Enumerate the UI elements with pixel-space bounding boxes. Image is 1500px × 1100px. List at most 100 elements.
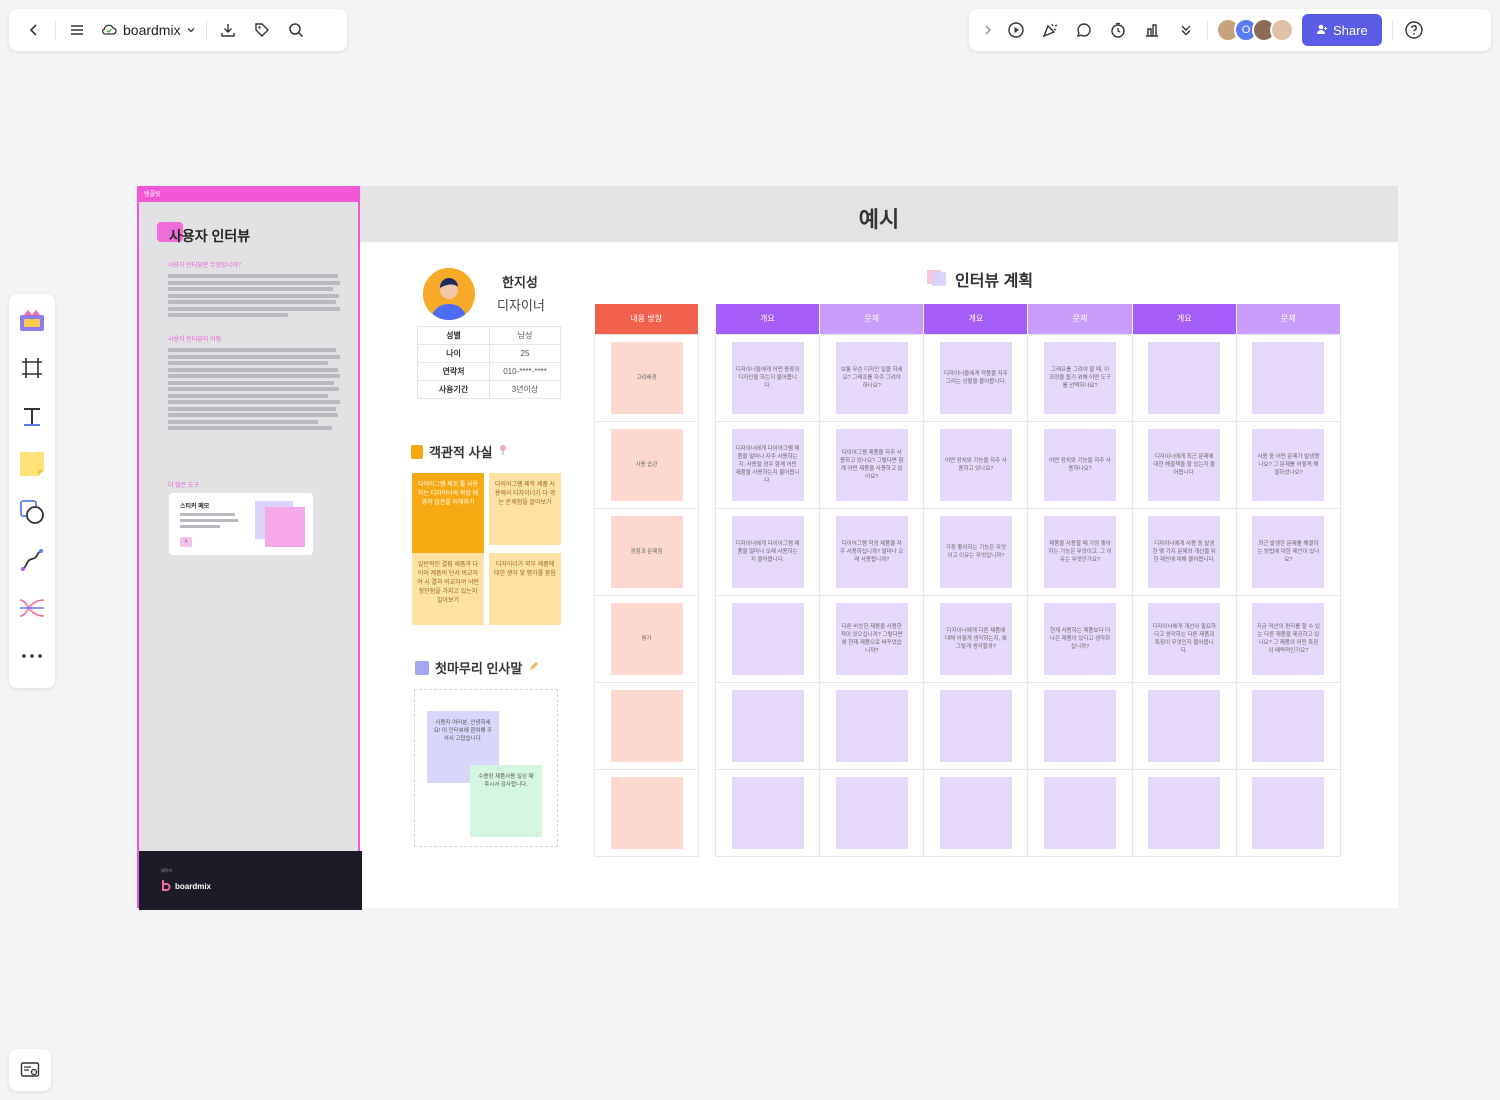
play-icon[interactable] bbox=[999, 13, 1033, 47]
table-cell bbox=[1235, 768, 1342, 857]
download-icon[interactable] bbox=[211, 13, 245, 47]
sticky-note[interactable]: 고려배경 bbox=[610, 341, 683, 414]
sticky-note[interactable]: 디자이너에게 사용 중 발생한 몇 가지 문제와 개선을 위한 제안에 대해 물… bbox=[1148, 515, 1221, 588]
share-button[interactable]: Share bbox=[1302, 14, 1382, 46]
sticky-note[interactable]: 다이어그램 제품을 자주 사용하고 있나요? 그렇다면 함께 어떤 제품을 사용… bbox=[835, 428, 908, 501]
sticky-note[interactable]: 최근 발생한 문제를 해결하는 방법에 대한 제안이 있나요? bbox=[1252, 515, 1325, 588]
sticky-note[interactable]: 디자이너들에게 어떤 종류의 디자인을 하는지 물어봅니다. bbox=[731, 341, 804, 414]
sticky-note[interactable]: 다이어그램 작성 제품을 자주 사용하십니까? 얼마나 오래 사용합니까? bbox=[835, 515, 908, 588]
closing-dropzone[interactable]: 사용자 여러분, 안녕하세요! 이 인터뷰에 참여해 주셔서 고맙습니다. 수용… bbox=[414, 689, 558, 847]
search-icon[interactable] bbox=[279, 13, 313, 47]
divider bbox=[1207, 20, 1208, 40]
collaborator-avatars[interactable]: O bbox=[1216, 18, 1294, 42]
panel-title: 사용자 인터뷰 bbox=[169, 228, 251, 244]
table-row: 성별 남성 bbox=[417, 326, 561, 345]
sticky-note[interactable] bbox=[731, 602, 804, 675]
closing-sticky-note[interactable]: 수용장 제품사용 실상 때 후시서 감사합니다. bbox=[470, 765, 542, 837]
sticky-note-icon[interactable] bbox=[13, 444, 51, 484]
persona-avatar[interactable] bbox=[423, 268, 475, 320]
shape-icon[interactable] bbox=[13, 492, 51, 532]
sticky-note[interactable] bbox=[610, 776, 683, 849]
sticky-note[interactable] bbox=[1148, 689, 1221, 762]
table-cell: 현재 사용하는 제품보다 더 나은 제품이 있다고 생각하십니까? bbox=[1027, 594, 1133, 683]
menu-icon[interactable] bbox=[60, 13, 94, 47]
sticky-note[interactable]: 디자이너에게 개선이 필요하다고 생각하는 다른 제품과 특징이 무엇인지 물어… bbox=[1148, 602, 1221, 675]
help-icon[interactable] bbox=[1397, 13, 1431, 47]
table-cell: 다이어그램 작성 제품을 자주 사용하십니까? 얼마나 오래 사용합니까? bbox=[819, 507, 925, 596]
fact-sticky-note[interactable]: 일반적인 결핍 제품과 다이어 제품의 단서 비교하여 시 결과 비교하여 어떤… bbox=[412, 553, 484, 625]
sticky-note[interactable]: 다른 비슷한 제품을 사용한 적이 있으십니까? 그렇다면 왜 현재 제품으로 … bbox=[835, 602, 908, 675]
sticky-note[interactable] bbox=[1044, 776, 1117, 849]
info-value: 010-****-**** bbox=[489, 362, 561, 381]
templates-icon[interactable] bbox=[13, 300, 51, 340]
sticky-note[interactable]: 어떤 장치와 기능을 자주 사용하고 있나요? bbox=[939, 428, 1012, 501]
table-row bbox=[594, 768, 699, 857]
sticky-note[interactable]: 그래프를 그려야 할 때, 이 과정을 돕기 위해 어떤 도구를 선택하나요? bbox=[1044, 341, 1117, 414]
table-row: 디자이너에게 다이어그램 제품을 얼마나 자주 사용하는지, 사용할 경우 함께… bbox=[714, 420, 1342, 509]
pen-icon[interactable] bbox=[13, 540, 51, 580]
sticky-note[interactable] bbox=[610, 689, 683, 762]
sticky-note[interactable] bbox=[731, 689, 804, 762]
file-name-dropdown[interactable]: boardmix bbox=[94, 22, 202, 39]
chevron-right-icon[interactable] bbox=[977, 13, 999, 47]
panel-paragraph bbox=[168, 348, 343, 433]
sticky-note[interactable]: 디자이너에게 최근 문제에 대한 해결책을 할 있는지 물어봅니다. bbox=[1148, 428, 1221, 501]
celebrate-icon[interactable] bbox=[1033, 13, 1067, 47]
vote-icon[interactable] bbox=[1135, 13, 1169, 47]
table-row: 경험과 문제점 bbox=[594, 507, 699, 596]
table-cell bbox=[1235, 333, 1342, 422]
sticky-note[interactable]: 사용 중 어떤 문제가 발생했나요? 그 문제를 어떻게 해결하셨나요? bbox=[1252, 428, 1325, 501]
comment-icon[interactable] bbox=[1067, 13, 1101, 47]
frame-icon[interactable] bbox=[13, 348, 51, 388]
sticky-note[interactable] bbox=[1252, 341, 1325, 414]
sticky-note[interactable] bbox=[1148, 776, 1221, 849]
sticky-note[interactable]: 디자이너에게 다이어그램 제품을 얼마나 오래 사용하는지 물어봅니다. bbox=[731, 515, 804, 588]
sticky-note[interactable]: 가장 좋아하는 기능은 무엇이고 이유는 무엇입니까? bbox=[939, 515, 1012, 588]
sticky-note-tool-card[interactable]: 스티커 메모 # bbox=[169, 493, 313, 555]
text-icon[interactable] bbox=[13, 396, 51, 436]
sticky-note[interactable]: 지금 적산의 편리를 할 수 있는 다른 제품을 제공하고 있나요? 그 제품의… bbox=[1252, 602, 1325, 675]
sticky-note[interactable] bbox=[731, 776, 804, 849]
sticky-note[interactable] bbox=[1252, 689, 1325, 762]
table-cell: 고려배경 bbox=[594, 333, 699, 422]
table-cell: 디자이너에게 사용 중 발생한 몇 가지 문제와 개선을 위한 제안에 대해 물… bbox=[1131, 507, 1237, 596]
sticky-note[interactable]: 현재 사용하는 제품보다 더 나은 제품이 있다고 생각하십니까? bbox=[1044, 602, 1117, 675]
fact-sticky-note[interactable]: 다이어그램 제작 제품 사용에서 디자이너가 다 겪는 문제점을 알아보기 bbox=[489, 473, 561, 545]
sticky-note[interactable]: 평가 bbox=[610, 602, 683, 675]
sticky-note[interactable]: 보통 무슨 디자인 일을 하세요? 그래프를 자주 그려야 하나요? bbox=[835, 341, 908, 414]
sticky-note[interactable]: 디자이너에게 다른 제품에 대해 어떻게 생각하는지, 왜 그렇게 생각할까? bbox=[939, 602, 1012, 675]
table-cell: 가장 좋아하는 기능은 무엇이고 이유는 무엇입니까? bbox=[923, 507, 1029, 596]
sticky-note[interactable]: 사용 습관 bbox=[610, 428, 683, 501]
tag-icon[interactable] bbox=[245, 13, 279, 47]
sticky-note[interactable] bbox=[1044, 689, 1117, 762]
fact-sticky-note[interactable]: 다이어그램 제조 툴 사용하는 디자이너의 작업 배경과 습관을 이해하기 bbox=[412, 473, 484, 553]
panel-footer: 제작처 boardmix bbox=[139, 851, 362, 910]
sticky-note[interactable]: 제품을 사용할 때 가장 좋아하는 기능은 무엇이고, 그 이유는 무엇인가요? bbox=[1044, 515, 1117, 588]
sticky-note[interactable] bbox=[1148, 341, 1221, 414]
connector-icon[interactable] bbox=[13, 588, 51, 628]
sticky-note[interactable]: 디자이너에게 다이어그램 제품을 얼마나 자주 사용하는지, 사용할 경우 함께… bbox=[731, 428, 804, 501]
sticky-note[interactable] bbox=[1252, 776, 1325, 849]
sticky-card-tag: # bbox=[180, 537, 192, 547]
sticky-note[interactable]: 디자이너들에게 작품을 자주 그리는 상황을 물어봅니다. bbox=[939, 341, 1012, 414]
minimap-icon[interactable] bbox=[9, 1049, 51, 1091]
page-title: 예시 bbox=[858, 207, 900, 232]
facts-marker-icon bbox=[411, 444, 423, 459]
avatar[interactable] bbox=[1270, 18, 1294, 42]
table-row: 사용 습관 bbox=[594, 420, 699, 509]
table-row bbox=[594, 681, 699, 770]
template-info-panel[interactable]: 템플릿 사용자 인터뷰 사용자 인터뷰란 무엇입니까? 사용자 인터뷰의 이점 … bbox=[137, 186, 362, 910]
sticky-note[interactable] bbox=[939, 689, 1012, 762]
more-tools-icon[interactable] bbox=[13, 636, 51, 676]
board-canvas[interactable]: 템플릿 사용자 인터뷰 사용자 인터뷰란 무엇입니까? 사용자 인터뷰의 이점 … bbox=[137, 186, 1398, 910]
table-row bbox=[714, 768, 1342, 857]
sticky-note[interactable]: 경험과 문제점 bbox=[610, 515, 683, 588]
timer-icon[interactable] bbox=[1101, 13, 1135, 47]
sticky-note[interactable] bbox=[835, 689, 908, 762]
sticky-note[interactable]: 어떤 장치와 기능을 자주 사용하나요? bbox=[1044, 428, 1117, 501]
sticky-note[interactable] bbox=[939, 776, 1012, 849]
back-icon[interactable] bbox=[17, 13, 51, 47]
fact-sticky-note[interactable]: 디자이너가 외부 제품에 대한 생각 및 평가를 묻음 bbox=[489, 553, 561, 625]
more-down-icon[interactable] bbox=[1169, 13, 1203, 47]
sticky-note[interactable] bbox=[835, 776, 908, 849]
